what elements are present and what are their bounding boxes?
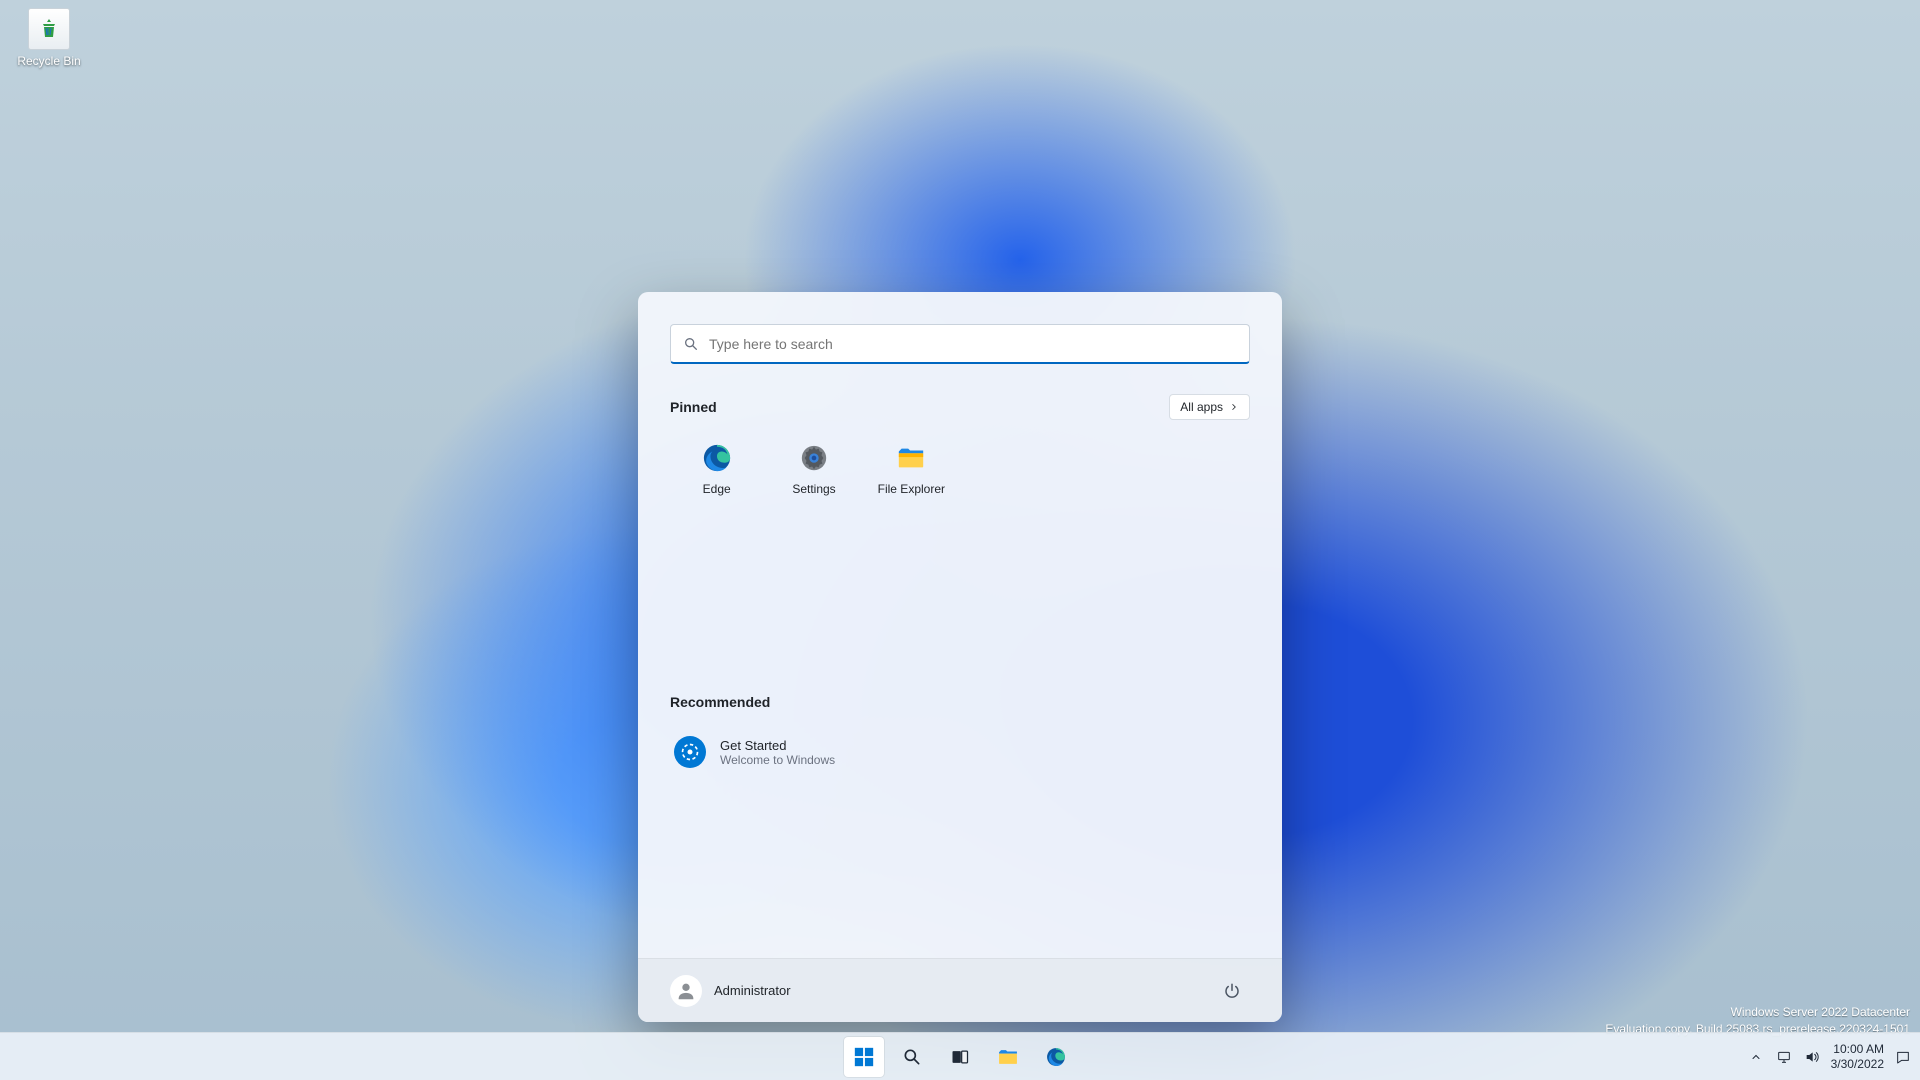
recommended-item-title: Get Started <box>720 738 835 753</box>
taskbar-clock[interactable]: 10:00 AM 3/30/2022 <box>1831 1042 1884 1071</box>
settings-icon <box>798 442 830 474</box>
desktop-icon-recycle-bin[interactable]: Recycle Bin <box>6 8 92 68</box>
recycle-bin-icon <box>28 8 70 50</box>
network-icon <box>1776 1049 1792 1065</box>
notifications-icon <box>1895 1049 1911 1065</box>
edge-icon <box>1045 1046 1067 1068</box>
pinned-grid: Edge Settings File Explorer <box>670 434 1250 664</box>
desktop-icon-label: Recycle Bin <box>17 54 80 68</box>
search-input[interactable] <box>709 336 1237 352</box>
pinned-header: Pinned <box>670 399 717 415</box>
taskbar-edge[interactable] <box>1036 1037 1076 1077</box>
windows-icon <box>853 1046 875 1068</box>
user-name: Administrator <box>714 983 791 998</box>
user-button[interactable]: Administrator <box>670 975 791 1007</box>
pinned-app-label: Settings <box>792 482 835 496</box>
task-view-icon <box>950 1047 970 1067</box>
watermark-line1: Windows Server 2022 Datacenter <box>1605 1004 1910 1021</box>
pinned-app-file-explorer[interactable]: File Explorer <box>865 434 958 504</box>
all-apps-label: All apps <box>1180 400 1223 414</box>
volume-icon <box>1804 1049 1820 1065</box>
avatar-icon <box>670 975 702 1007</box>
tray-network-button[interactable] <box>1775 1048 1793 1066</box>
start-footer: Administrator <box>638 958 1282 1022</box>
taskbar-file-explorer[interactable] <box>988 1037 1028 1077</box>
recommended-list: Get Started Welcome to Windows <box>670 730 1250 774</box>
get-started-icon <box>674 736 706 768</box>
all-apps-button[interactable]: All apps <box>1169 394 1250 420</box>
taskbar-task-view-button[interactable] <box>940 1037 980 1077</box>
taskbar-time: 10:00 AM <box>1831 1042 1884 1056</box>
tray-overflow-button[interactable] <box>1747 1048 1765 1066</box>
recommended-header: Recommended <box>670 694 770 710</box>
pinned-app-edge[interactable]: Edge <box>670 434 763 504</box>
taskbar-start-button[interactable] <box>844 1037 884 1077</box>
taskbar-right: 10:00 AM 3/30/2022 <box>1747 1033 1912 1080</box>
taskbar: 10:00 AM 3/30/2022 <box>0 1032 1920 1080</box>
file-explorer-icon <box>997 1046 1019 1068</box>
tray-notifications-button[interactable] <box>1894 1048 1912 1066</box>
taskbar-center <box>844 1037 1076 1077</box>
taskbar-date: 3/30/2022 <box>1831 1057 1884 1071</box>
pinned-app-label: File Explorer <box>878 482 945 496</box>
power-button[interactable] <box>1214 973 1250 1009</box>
file-explorer-icon <box>895 442 927 474</box>
recommended-item-get-started[interactable]: Get Started Welcome to Windows <box>670 730 1250 774</box>
recommended-item-subtitle: Welcome to Windows <box>720 753 835 767</box>
chevron-up-icon <box>1750 1051 1762 1063</box>
search-box[interactable] <box>670 324 1250 364</box>
pinned-app-label: Edge <box>703 482 731 496</box>
power-icon <box>1223 982 1241 1000</box>
taskbar-search-button[interactable] <box>892 1037 932 1077</box>
search-icon <box>683 336 699 352</box>
search-icon <box>902 1047 922 1067</box>
edge-icon <box>701 442 733 474</box>
tray-volume-button[interactable] <box>1803 1048 1821 1066</box>
desktop[interactable]: Recycle Bin Pinned All apps <box>0 0 1920 1080</box>
pinned-app-settings[interactable]: Settings <box>767 434 860 504</box>
chevron-right-icon <box>1229 402 1239 412</box>
start-menu: Pinned All apps Edge <box>638 292 1282 1022</box>
